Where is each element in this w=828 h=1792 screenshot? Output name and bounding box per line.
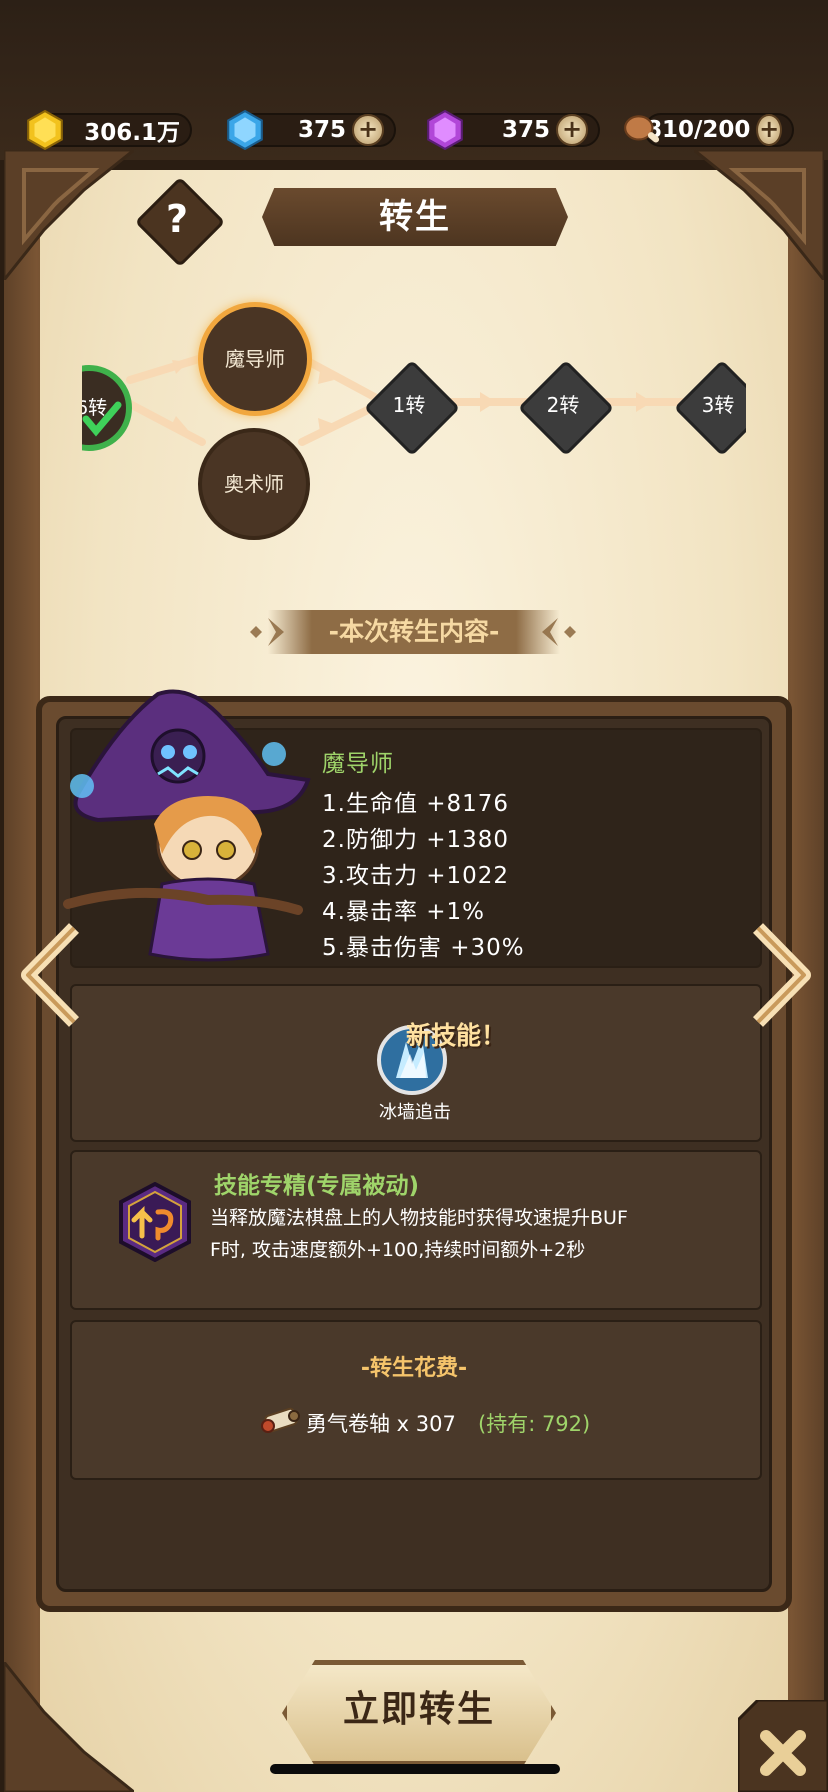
passive-skill-icon: [119, 1182, 191, 1262]
checkmark-icon: [82, 401, 122, 437]
passive-title: 技能专精(专属被动): [214, 1173, 420, 1199]
next-arrow-icon[interactable]: [744, 920, 814, 1030]
previous-arrow-icon[interactable]: [18, 920, 88, 1030]
node-stage-3[interactable]: 3转: [676, 356, 746, 456]
new-skill-badge: 新技能！: [406, 1021, 507, 1050]
cost-owned: (持有: 792): [478, 1412, 591, 1436]
corner-ornament-icon: [694, 150, 824, 280]
gem-resource: 375 +: [427, 109, 600, 151]
diamond-amount: 375: [297, 117, 346, 143]
page-title: 转生: [262, 188, 568, 246]
cost-panel: [70, 1320, 762, 1480]
purple-gem-icon: [427, 109, 463, 151]
node-class-arcanist[interactable]: 奥术师: [198, 428, 310, 540]
gold-resource: 306.1万: [27, 109, 192, 151]
hero-stat-hp: 1.生命值 +8176: [322, 791, 510, 817]
cost-item: 勇气卷轴 x 307: [306, 1412, 456, 1436]
rebirth-now-button[interactable]: 立即转生: [282, 1660, 556, 1766]
diamond-resource: 375 +: [227, 109, 396, 151]
cost-title: -转生花费-: [360, 1356, 468, 1381]
hero-stat-crit-damage: 5.暴击伤害 +30%: [322, 935, 525, 961]
node-start[interactable]: 6转: [82, 365, 148, 451]
section-title: -本次转生内容-: [268, 610, 560, 654]
node-stage-2-label: 2转: [546, 393, 580, 417]
passive-desc-line2: F时, 攻击速度额外+100,持续时间额外+2秒: [210, 1239, 586, 1261]
home-indicator: [270, 1764, 560, 1774]
hero-stat-crit-rate: 4.暴击率 +1%: [322, 899, 486, 925]
courage-scroll-icon: [261, 1407, 300, 1433]
add-gem-button[interactable]: +: [556, 114, 588, 146]
hero-name: 魔导师: [322, 751, 394, 777]
node-stage-1-label: 1转: [392, 393, 426, 417]
hero-stat-defense: 2.防御力 +1380: [322, 827, 510, 853]
add-food-button[interactable]: +: [756, 114, 782, 146]
meat-icon: [624, 115, 660, 143]
hero-stat-attack: 3.攻击力 +1022: [322, 863, 510, 889]
gem-amount: 375: [501, 117, 550, 143]
node-stage-3-label: 3转: [701, 393, 735, 417]
corner-ornament-icon: [4, 150, 134, 280]
corner-ornament-icon: [4, 1662, 134, 1792]
passive-desc-line1: 当释放魔法棋盘上的人物技能时获得攻速提升BUF: [210, 1207, 628, 1229]
food-resource: 810/200 +: [624, 113, 794, 147]
help-icon[interactable]: ?: [148, 190, 206, 248]
add-diamond-button[interactable]: +: [352, 114, 384, 146]
mage-character-portrait-icon: [63, 689, 311, 962]
node-class-mage[interactable]: 魔导师: [198, 302, 312, 416]
diamond-icon: [227, 109, 263, 151]
close-icon[interactable]: [738, 1700, 828, 1792]
new-skill-name: 冰墙追击: [379, 1102, 451, 1123]
gold-amount: 306.1万: [84, 120, 180, 146]
gold-icon: [27, 109, 63, 151]
